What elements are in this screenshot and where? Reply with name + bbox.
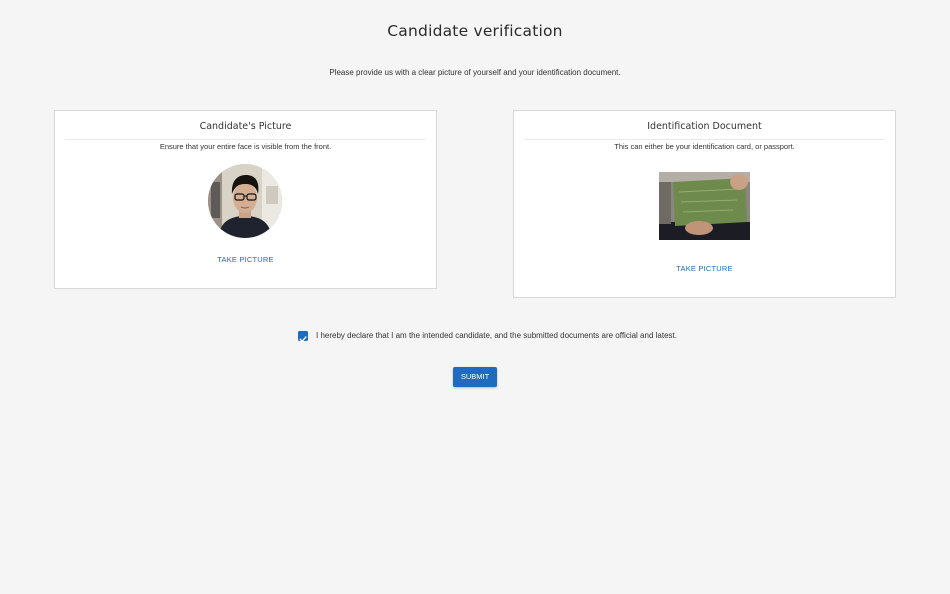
candidate-card-divider — [65, 139, 426, 140]
document-card-description: This can either be your identification c… — [614, 142, 795, 151]
checkmark-icon — [299, 336, 307, 342]
declaration-checkbox[interactable] — [298, 331, 308, 342]
document-card-divider — [524, 139, 885, 140]
take-candidate-picture-button[interactable]: TAKE PICTURE — [54, 255, 437, 264]
candidate-card-description: Ensure that your entire face is visible … — [159, 142, 332, 151]
page-subtitle: Please provide us with a clear picture o… — [329, 68, 621, 77]
document-card-title: Identification Document — [647, 121, 762, 132]
document-photo — [659, 172, 750, 240]
submit-button[interactable]: SUBMIT — [453, 367, 497, 387]
candidate-photo — [208, 164, 282, 238]
take-document-picture-button[interactable]: TAKE PICTURE — [513, 264, 896, 273]
candidate-card-title: Candidate's Picture — [199, 121, 292, 132]
declaration-label: I hereby declare that I am the intended … — [316, 331, 677, 340]
page-title: Candidate verification — [387, 22, 563, 40]
